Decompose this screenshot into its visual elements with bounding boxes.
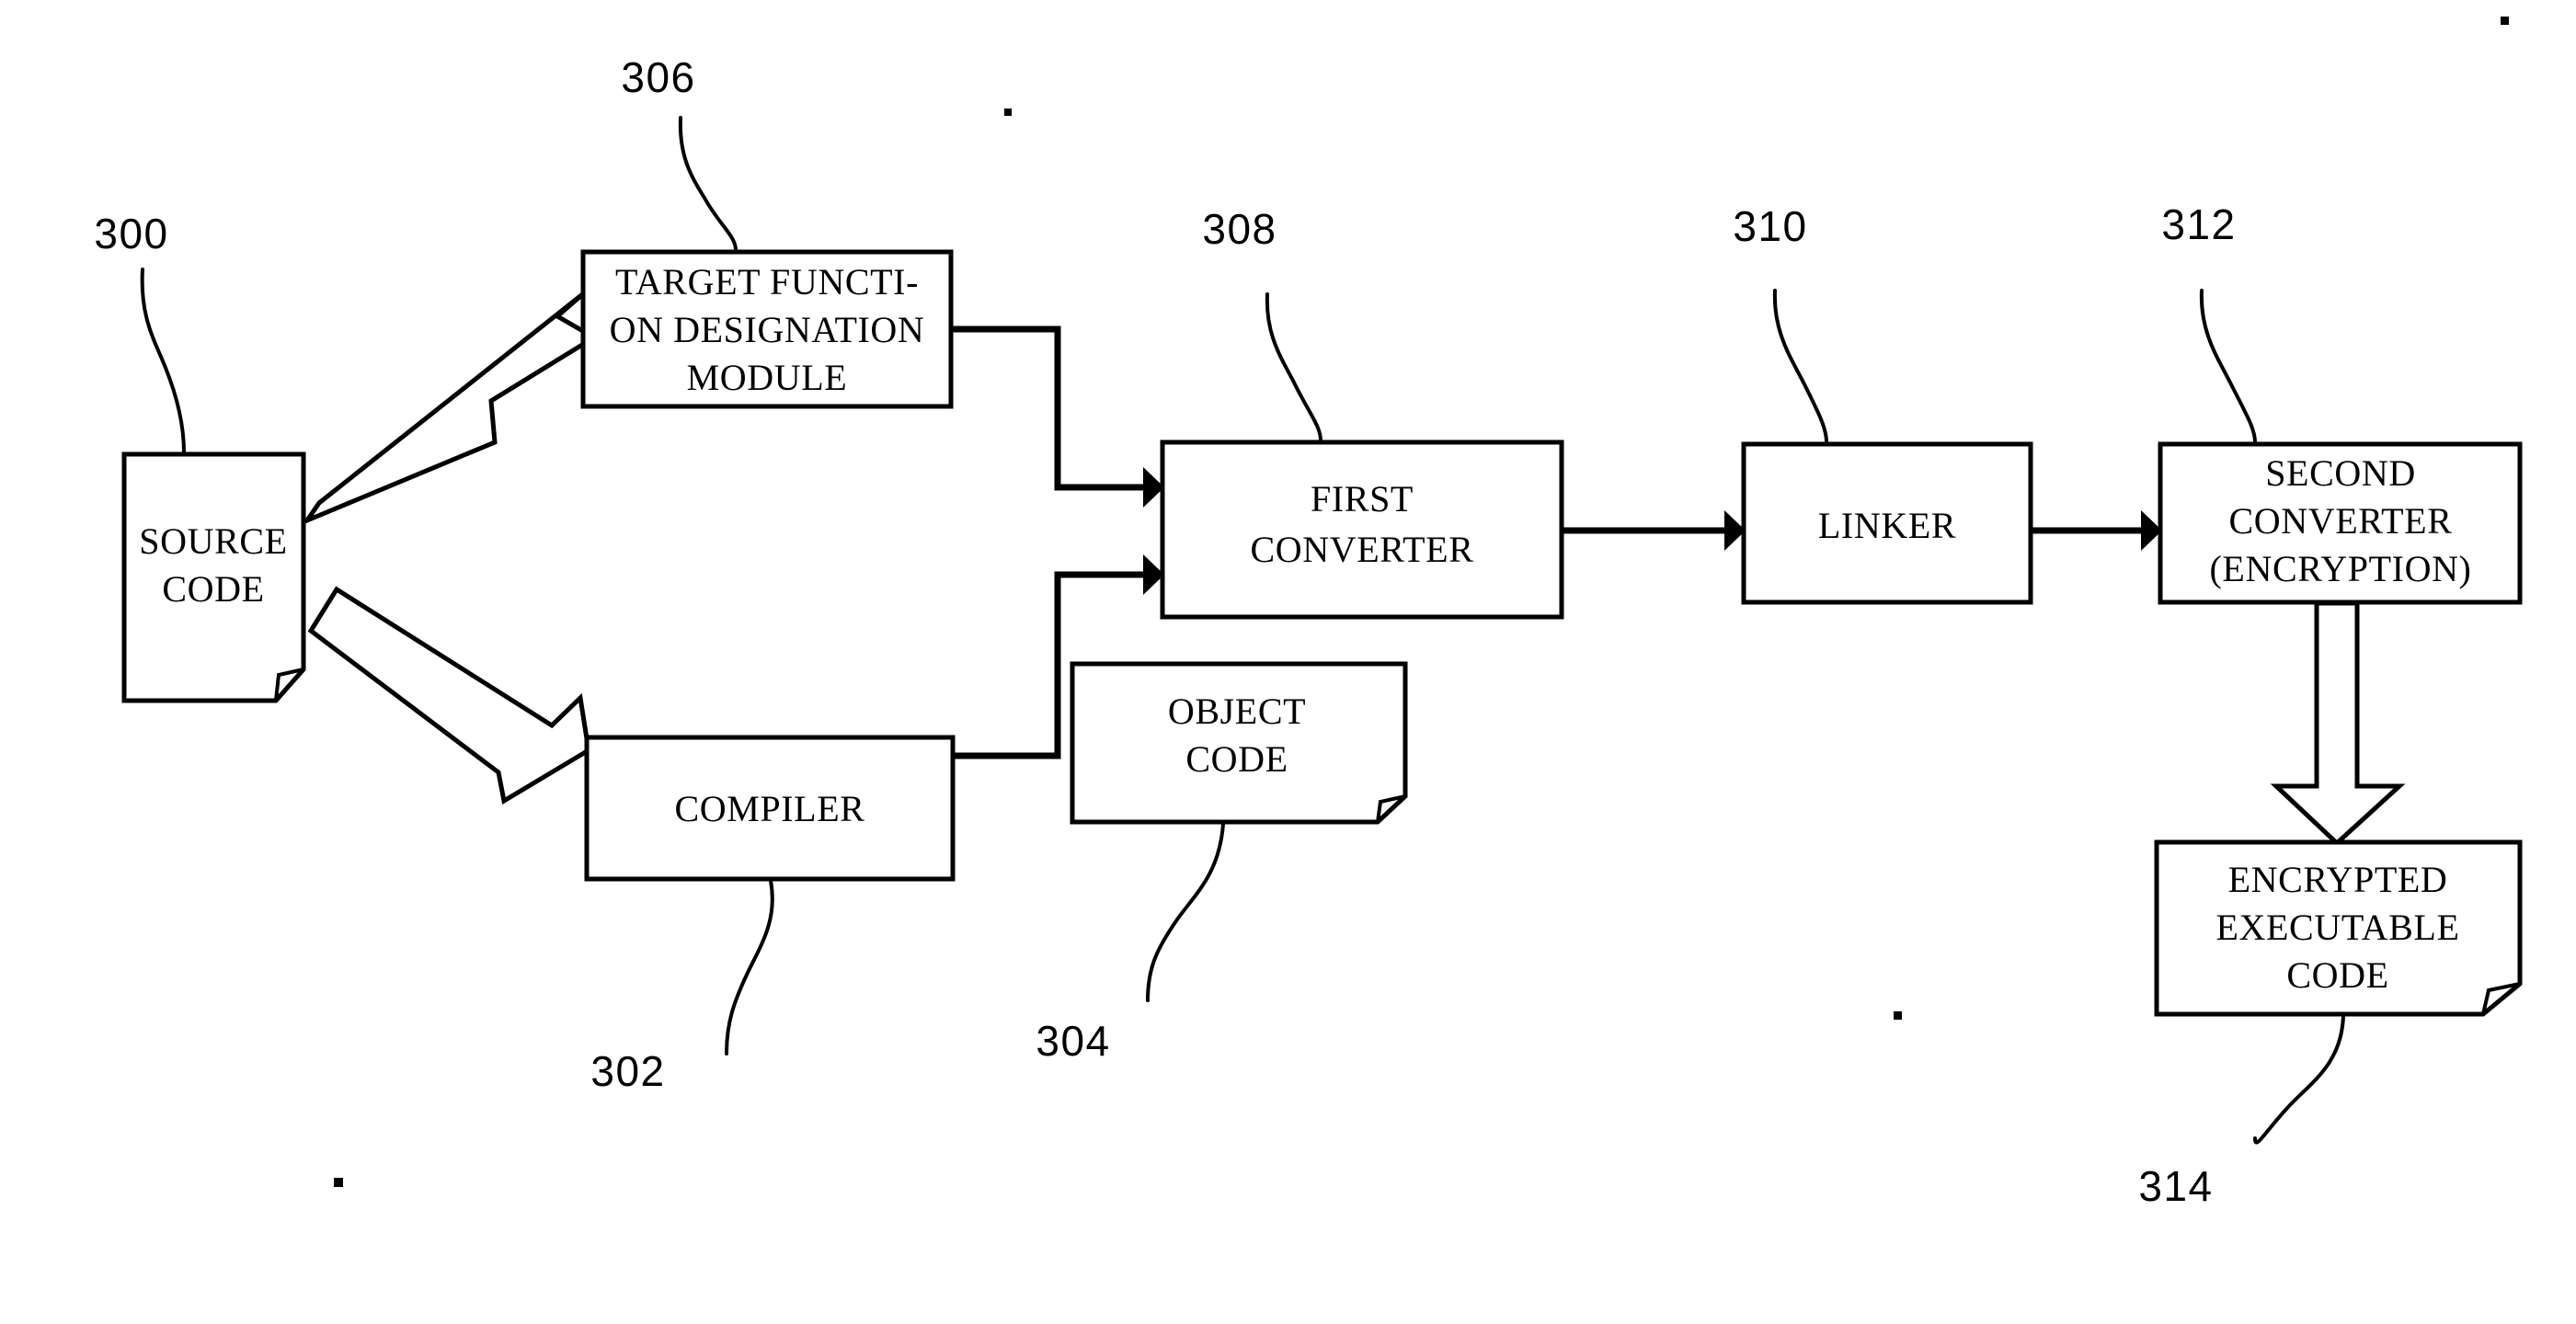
second-converter-label-line-1: SECOND — [2265, 452, 2416, 494]
object-code-label-line-1: OBJECT — [1168, 691, 1306, 732]
leader-line-314 — [2253, 1014, 2345, 1145]
connector-second-converter-to-encrypted-code — [2270, 600, 2406, 847]
hollow-block-arrow-up-right — [301, 291, 599, 526]
ref-number-312: 312 — [2161, 200, 2236, 248]
leader-line-302 — [725, 879, 774, 1056]
leader-line-304 — [1146, 822, 1225, 1002]
connector-source-to-compiler — [307, 586, 591, 805]
leader-line-300 — [140, 268, 186, 454]
first-converter-label-line-1: FIRST — [1311, 478, 1414, 519]
ref-number-314: 314 — [2138, 1162, 2213, 1210]
leader-line-308 — [1265, 292, 1322, 442]
target-module-label-line-2: ON DESIGNATION — [610, 309, 925, 350]
scan-speck — [2501, 17, 2509, 25]
ref-number-300: 300 — [94, 210, 168, 257]
node-second-converter[interactable]: SECOND CONVERTER (ENCRYPTION) — [2158, 441, 2523, 605]
encrypted-code-label-line-2: EXECUTABLE — [2216, 907, 2460, 948]
target-module-label-line-1: TARGET FUNCTI- — [615, 261, 919, 302]
node-linker[interactable]: LINKER — [1741, 441, 2033, 605]
leader-line-310 — [1772, 289, 1828, 444]
source-code-label-line-1: SOURCE — [139, 520, 287, 562]
scan-speck — [334, 1178, 343, 1187]
node-first-converter[interactable]: FIRST CONVERTER — [1160, 439, 1564, 620]
ref-number-304: 304 — [1036, 1017, 1110, 1065]
node-compiler[interactable]: COMPILER — [584, 735, 956, 882]
hollow-block-arrow-down — [2270, 600, 2406, 847]
linker-label-line-1: LINKER — [1818, 505, 1956, 546]
second-converter-label-line-3: (ENCRYPTION) — [2210, 548, 2472, 589]
patent-figure-canvas: SOURCE CODE 300 TARGET FUNCTI- ON DESIGN… — [0, 0, 2576, 1324]
hollow-block-arrow-down-right — [307, 586, 591, 805]
flow-diagram-svg: SOURCE CODE 300 TARGET FUNCTI- ON DESIGN… — [94, 17, 2523, 1210]
scan-speck — [1894, 1011, 1902, 1020]
connector-target-module-to-first-converter — [951, 325, 1164, 508]
node-target-function-designation-module[interactable]: TARGET FUNCTI- ON DESIGNATION MODULE — [580, 249, 954, 409]
ref-number-302: 302 — [590, 1047, 665, 1095]
target-module-label-line-3: MODULE — [687, 357, 848, 398]
second-converter-label-line-2: CONVERTER — [2229, 500, 2453, 542]
ref-number-306: 306 — [621, 53, 695, 101]
leader-line-312 — [2199, 289, 2257, 444]
connector-line — [951, 325, 1143, 491]
connector-first-converter-to-linker — [1562, 510, 1746, 551]
connector-linker-to-second-converter — [2031, 510, 2162, 551]
node-object-code[interactable]: OBJECT CODE — [1070, 661, 1408, 825]
scan-speck — [1004, 108, 1012, 116]
source-code-label-line-2: CODE — [162, 568, 264, 610]
encrypted-code-label-line-3: CODE — [2286, 954, 2388, 996]
compiler-label-line-1: COMPILER — [674, 788, 864, 829]
encrypted-code-label-line-1: ENCRYPTED — [2228, 859, 2448, 900]
leader-line-306 — [678, 116, 738, 252]
ref-number-310: 310 — [1733, 202, 1807, 250]
node-source-code[interactable]: SOURCE CODE — [121, 451, 306, 703]
first-converter-label-line-2: CONVERTER — [1251, 529, 1474, 570]
connector-source-to-target-module — [301, 291, 599, 526]
object-code-label-line-2: CODE — [1185, 738, 1288, 780]
ref-number-308: 308 — [1202, 205, 1277, 253]
node-encrypted-executable-code[interactable]: ENCRYPTED EXECUTABLE CODE — [2154, 839, 2523, 1017]
